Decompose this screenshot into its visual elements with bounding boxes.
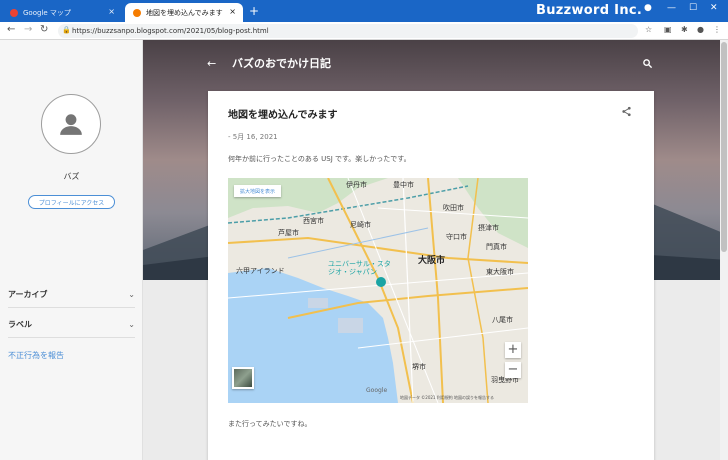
record-icon: ● (644, 3, 652, 13)
close-window-button[interactable]: ✕ (710, 3, 718, 13)
avatar[interactable] (41, 94, 101, 154)
map-label: 西宮市 (303, 217, 324, 225)
zoom-in-button[interactable]: + (505, 342, 521, 358)
sidebar: バズ プロフィールにアクセス アーカイブ ⌄ ラベル ⌄ 不正行為を報告 (0, 40, 143, 460)
new-tab-button[interactable]: + (249, 4, 259, 18)
map-label: 尼崎市 (350, 221, 371, 229)
menu-icon[interactable]: ⋮ (713, 25, 721, 34)
map-label: 摂津市 (478, 224, 499, 232)
zoom-out-button[interactable]: − (505, 362, 521, 378)
puzzle-icon[interactable]: ✱ (681, 25, 688, 34)
browser-toolbar: ← → ↻ 🔒 https://buzzsanpo.blogspot.com/2… (0, 22, 728, 40)
blogger-favicon-icon (133, 8, 141, 17)
sidebar-item-label: ラベル (8, 320, 32, 329)
lock-icon: 🔒 (62, 26, 71, 34)
share-icon[interactable] (621, 106, 632, 117)
map-label: 芦屋市 (278, 229, 299, 237)
forward-icon[interactable]: → (24, 24, 32, 35)
address-bar[interactable]: 🔒 https://buzzsanpo.blogspot.com/2021/05… (58, 24, 638, 38)
map-label: 吹田市 (443, 204, 464, 212)
post-footer-text: また行ってみたいですね。 (228, 420, 312, 428)
back-arrow-icon[interactable]: ← (207, 57, 216, 70)
map-label: 東大阪市 (486, 268, 514, 276)
tab-title: Google マップ (23, 8, 71, 17)
google-maps-favicon-icon (10, 8, 18, 17)
enlarge-map-button[interactable]: 拡大地図を表示 (234, 185, 282, 197)
close-tab-icon[interactable]: × (108, 7, 115, 16)
minimize-button[interactable]: — (667, 3, 676, 13)
person-icon (60, 114, 82, 135)
tab-title: 地図を埋め込んでみます (146, 8, 223, 17)
url-text: https://buzzsanpo.blogspot.com/2021/05/b… (72, 27, 269, 35)
close-tab-icon[interactable]: × (229, 7, 236, 16)
map-attribution[interactable]: 地図データ ©2021 利用規約 地図の誤りを報告する (400, 395, 494, 401)
profile-icon[interactable]: ● (697, 25, 704, 34)
map-label: 門真市 (486, 243, 507, 251)
search-icon[interactable] (642, 58, 653, 69)
maximize-button[interactable]: ☐ (689, 3, 697, 13)
map-label: 堺市 (412, 363, 426, 371)
map-label: ユニバーサル・スタジオ・ジャパン (328, 260, 391, 276)
map-label: 伊丹市 (346, 181, 367, 189)
brand-watermark: Buzzword Inc. (536, 3, 643, 18)
sidebar-item-labels[interactable]: ラベル ⌄ (8, 312, 135, 338)
embedded-map[interactable]: 拡大地図を表示 伊丹市 豊中市 西宮市 尼崎市 芦屋市 吹田市 摂津市 大阪市 … (228, 178, 528, 403)
map-label: 豊中市 (393, 181, 414, 189)
bookmark-star-icon[interactable]: ☆ (645, 25, 652, 34)
post-card: 地図を埋め込んでみます - 5月 16, 2021 何年か前に行ったことのある … (208, 91, 654, 460)
tab-blog-post[interactable]: 地図を埋め込んでみます × (125, 3, 243, 22)
sidebar-item-archive[interactable]: アーカイブ ⌄ (8, 282, 135, 308)
map-label: 守口市 (446, 233, 467, 241)
map-tiles (228, 178, 528, 403)
report-abuse-link[interactable]: 不正行為を報告 (8, 350, 64, 361)
map-label: 八尾市 (492, 316, 513, 324)
sidebar-item-label: アーカイブ (8, 290, 48, 299)
tab-google-maps[interactable]: Google マップ × (2, 3, 122, 22)
post-date: - 5月 16, 2021 (228, 133, 278, 141)
back-icon[interactable]: ← (7, 24, 15, 35)
google-logo: Google (366, 387, 388, 394)
profile-button[interactable]: プロフィールにアクセス (28, 195, 115, 209)
chevron-down-icon: ⌄ (128, 320, 135, 329)
scrollbar-thumb[interactable] (721, 42, 727, 252)
post-body: 何年か前に行ったことのある USJ です。楽しかったです。 (228, 155, 411, 163)
blog-title[interactable]: バズのおでかけ日記 (232, 55, 331, 71)
post-title: 地図を埋め込んでみます (228, 110, 338, 121)
scrollbar[interactable] (720, 40, 728, 460)
satellite-toggle-button[interactable] (232, 367, 254, 389)
map-label: 大阪市 (418, 256, 446, 266)
tab-strip: Google マップ × 地図を埋め込んでみます × + Buzzword In… (0, 0, 728, 22)
reload-icon[interactable]: ↻ (40, 24, 48, 35)
extension-icon[interactable]: ▣ (664, 25, 672, 34)
map-label: 六甲アイランド (236, 267, 285, 275)
username: バズ (63, 172, 80, 181)
page-viewport: バズ プロフィールにアクセス アーカイブ ⌄ ラベル ⌄ 不正行為を報告 ← バ… (0, 40, 728, 460)
chevron-down-icon: ⌄ (128, 290, 135, 299)
